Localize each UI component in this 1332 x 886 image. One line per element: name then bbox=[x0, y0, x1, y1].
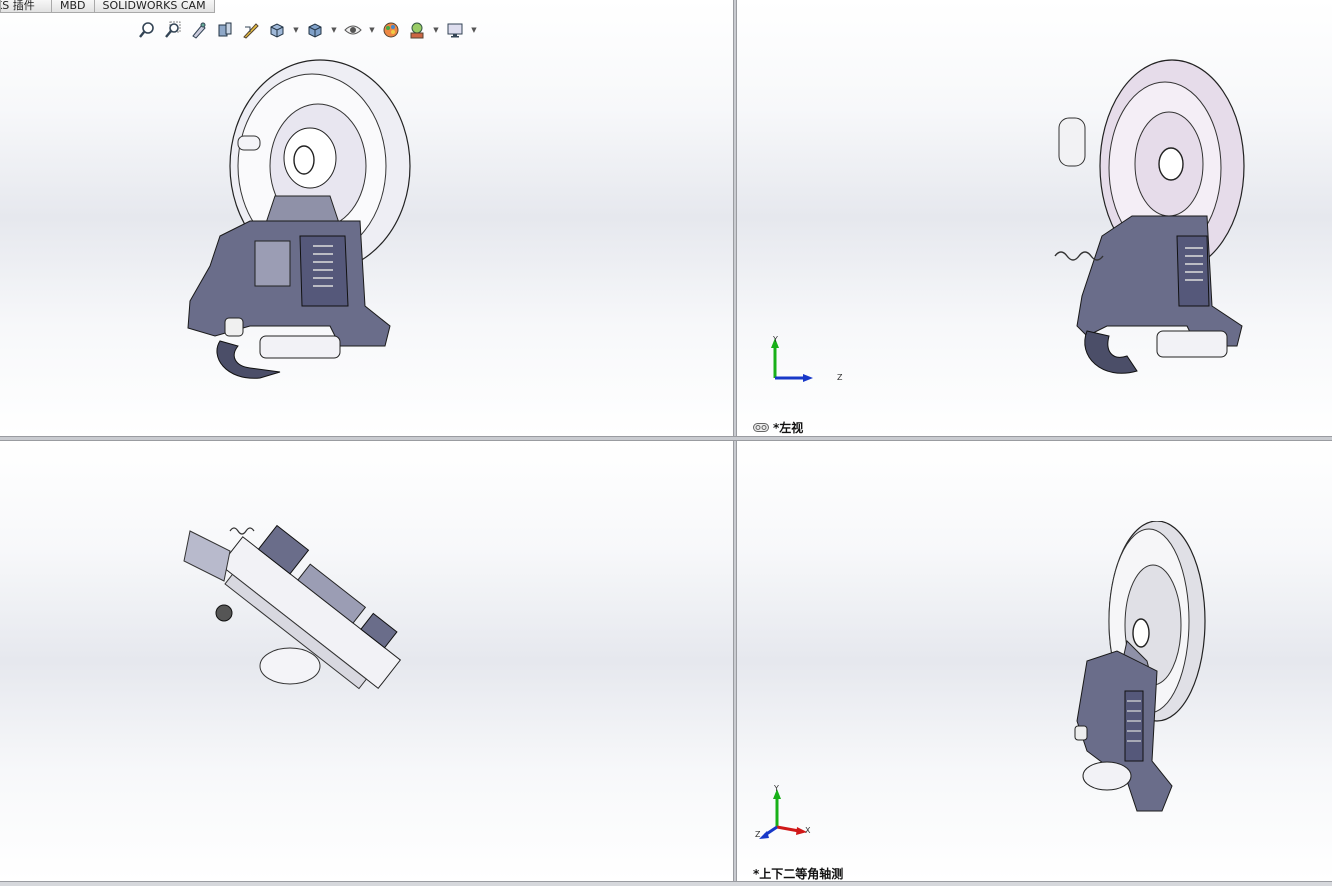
view-triad-iso: Y X Z bbox=[755, 784, 811, 839]
chevron-down-icon[interactable]: ▼ bbox=[292, 19, 300, 41]
tab-mbd[interactable]: MBD bbox=[51, 0, 95, 13]
view-label-iso: *上下二等角轴测 bbox=[753, 865, 843, 881]
edit-appearance-icon[interactable] bbox=[380, 19, 402, 41]
view-orientation-icon[interactable] bbox=[266, 19, 288, 41]
link-view-icon[interactable] bbox=[753, 423, 769, 432]
viewport-splitter-horizontal[interactable] bbox=[0, 436, 1332, 441]
command-manager-tabs: KS 插件 MBD SOLIDWORKS CAM bbox=[0, 0, 215, 14]
viewport-isometric[interactable]: Y X Z *上下二等角轴测 bbox=[737, 441, 1332, 881]
axis-y-label: Y bbox=[773, 784, 779, 793]
viewport-top-left[interactable] bbox=[0, 0, 733, 436]
hide-show-items-icon[interactable] bbox=[342, 19, 364, 41]
axis-z-label: Z bbox=[755, 830, 761, 839]
tab-plugins[interactable]: KS 插件 bbox=[0, 0, 52, 13]
view-name: *左视 bbox=[773, 421, 804, 435]
axis-y-label: Y bbox=[772, 335, 778, 344]
viewport-left-view[interactable]: Y Z *左视 bbox=[737, 0, 1332, 436]
apply-scene-icon[interactable] bbox=[406, 19, 428, 41]
axis-z-label: Z bbox=[837, 373, 843, 382]
heads-up-view-toolbar: ▼ ▼ ▼ ▼ ▼ bbox=[136, 19, 478, 41]
zoom-to-area-icon[interactable] bbox=[162, 19, 184, 41]
model-front-view bbox=[187, 59, 411, 379]
chevron-down-icon[interactable]: ▼ bbox=[330, 19, 338, 41]
axis-x-label: X bbox=[805, 826, 811, 835]
viewport-bottom-left[interactable] bbox=[0, 441, 733, 881]
model-left-view bbox=[1054, 59, 1245, 374]
display-style-icon[interactable] bbox=[304, 19, 326, 41]
chevron-down-icon[interactable]: ▼ bbox=[368, 19, 376, 41]
view-triad-left: Y Z bbox=[771, 335, 843, 382]
model-top-view bbox=[183, 524, 402, 690]
section-view-icon[interactable] bbox=[214, 19, 236, 41]
tab-solidworks-cam[interactable]: SOLIDWORKS CAM bbox=[93, 0, 215, 13]
chevron-down-icon[interactable]: ▼ bbox=[470, 19, 478, 41]
dynamic-annotation-icon[interactable] bbox=[240, 19, 262, 41]
view-settings-icon[interactable] bbox=[444, 19, 466, 41]
previous-view-icon[interactable] bbox=[188, 19, 210, 41]
view-label-left: *左视 bbox=[753, 419, 803, 436]
chevron-down-icon[interactable]: ▼ bbox=[432, 19, 440, 41]
zoom-to-fit-icon[interactable] bbox=[136, 19, 158, 41]
status-strip bbox=[0, 881, 1332, 886]
viewport-splitter-vertical[interactable] bbox=[733, 0, 737, 886]
view-name: *上下二等角轴测 bbox=[753, 867, 844, 881]
model-isometric-view bbox=[1074, 521, 1206, 812]
